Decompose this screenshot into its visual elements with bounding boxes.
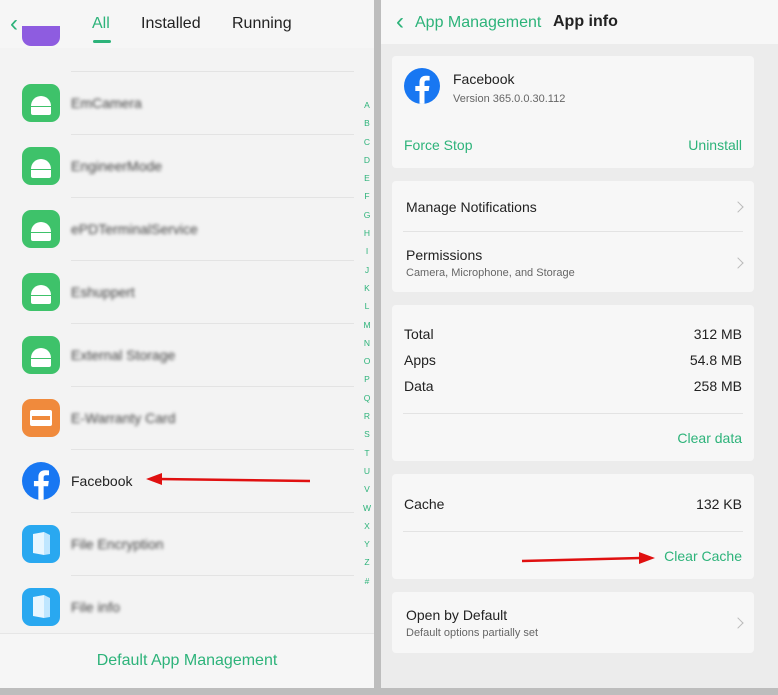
- app-name: Facebook: [453, 71, 515, 87]
- app-label: EngineerMode: [71, 158, 163, 174]
- alphabet-index-letter[interactable]: B: [362, 114, 372, 132]
- clear-data-button[interactable]: Clear data: [677, 430, 742, 446]
- row-divider: [403, 531, 743, 532]
- alphabet-index-letter[interactable]: F: [362, 187, 372, 205]
- chevron-right-icon: [732, 617, 744, 629]
- open-by-default-summary: Default options partially set: [406, 627, 539, 639]
- file-icon: [22, 588, 60, 626]
- storage-value: 258 MB: [693, 378, 742, 394]
- manage-notifications-row[interactable]: Manage Notifications: [392, 181, 754, 231]
- alphabet-index-letter[interactable]: U: [362, 462, 372, 480]
- open-by-default-label: Open by Default: [406, 607, 508, 623]
- app-label: External Storage: [71, 347, 176, 363]
- android-icon: [22, 84, 60, 122]
- card-icon: [22, 399, 60, 437]
- alphabet-index-letter[interactable]: Y: [362, 535, 372, 553]
- alphabet-index-letter[interactable]: R: [362, 407, 372, 425]
- red-arrow-annotation: [146, 473, 311, 485]
- chevron-right-icon: [732, 201, 744, 213]
- cache-value: 132 KB: [696, 496, 742, 512]
- storage-card: Total 312 MB Apps 54.8 MB Data 258 MB Clear d…: [392, 305, 754, 461]
- alphabet-index-letter[interactable]: V: [362, 480, 372, 498]
- app-label: File Encryption: [71, 536, 164, 552]
- permissions-row[interactable]: Permissions Camera, Microphone, and Stor…: [392, 232, 754, 292]
- alphabet-index-letter[interactable]: C: [362, 133, 372, 151]
- alphabet-index-letter[interactable]: A: [362, 96, 372, 114]
- alphabet-index-letter[interactable]: I: [362, 242, 372, 260]
- alphabet-index-letter[interactable]: T: [362, 444, 372, 462]
- open-by-default-row[interactable]: Open by Default Default options partiall…: [392, 592, 754, 653]
- settings-card: Manage Notifications Permissions Camera,…: [392, 181, 754, 292]
- app-label: Eshuppert: [71, 284, 135, 300]
- list-item[interactable]: Eshuppert: [0, 261, 355, 324]
- alphabet-index-letter[interactable]: H: [362, 224, 372, 242]
- manage-notifications-label: Manage Notifications: [406, 199, 537, 215]
- android-icon: [22, 210, 60, 248]
- app-label: EmCamera: [71, 95, 142, 111]
- page-title: App info: [553, 13, 618, 30]
- alphabet-index-letter[interactable]: P: [362, 370, 372, 388]
- alphabet-index-letter[interactable]: D: [362, 151, 372, 169]
- alphabet-index-letter[interactable]: X: [362, 517, 372, 535]
- cache-label: Cache: [404, 496, 445, 512]
- row-divider: [403, 413, 743, 414]
- app-label: E-Warranty Card: [71, 410, 176, 426]
- list-item[interactable]: External Storage: [0, 324, 355, 387]
- storage-label: Data: [404, 378, 434, 394]
- app-label: ePDTerminalService: [71, 221, 198, 237]
- alphabet-index-letter[interactable]: E: [362, 169, 372, 187]
- list-item[interactable]: ePDTerminalService: [0, 198, 355, 261]
- app-version: Version 365.0.0.30.112: [453, 93, 566, 105]
- red-arrow-annotation: [521, 552, 655, 564]
- alphabet-index-letter[interactable]: J: [362, 261, 372, 279]
- alphabet-index[interactable]: A B C D E F G H I J K L M N O P Q R S T U V W X Y Z #: [362, 96, 372, 590]
- storage-value: 312 MB: [693, 326, 742, 342]
- default-app-management-bar: Default App Management: [0, 633, 374, 688]
- app-list-panel: ‹ All Installed Running EmCamera Engineer…: [0, 0, 374, 688]
- app-icon: [22, 26, 60, 46]
- default-app-management-button[interactable]: Default App Management: [0, 652, 374, 670]
- alphabet-index-letter[interactable]: W: [362, 499, 372, 517]
- app-label: Facebook: [71, 473, 133, 489]
- list-item[interactable]: File info: [0, 576, 355, 639]
- android-icon: [22, 336, 60, 374]
- list-item[interactable]: EmCamera: [0, 72, 355, 135]
- list-item[interactable]: File Encryption: [0, 513, 355, 576]
- alphabet-index-letter[interactable]: Z: [362, 553, 372, 571]
- alphabet-index-letter[interactable]: G: [362, 206, 372, 224]
- storage-label: Apps: [404, 352, 436, 368]
- app-summary-card: Facebook Version 365.0.0.30.112 Force St…: [392, 56, 754, 168]
- facebook-icon: [404, 68, 440, 104]
- list-item[interactable]: EngineerMode: [0, 135, 355, 198]
- app-info-header: ‹ App Management App info: [381, 0, 778, 44]
- app-info-panel: ‹ App Management App info Facebook Versi…: [381, 0, 778, 688]
- alphabet-index-letter[interactable]: K: [362, 279, 372, 297]
- force-stop-button[interactable]: Force Stop: [404, 137, 472, 153]
- facebook-icon: [22, 462, 60, 500]
- list-item[interactable]: E-Warranty Card: [0, 387, 355, 450]
- file-icon: [22, 525, 60, 563]
- back-label[interactable]: App Management: [415, 14, 541, 32]
- back-chevron-icon[interactable]: ‹: [396, 10, 404, 34]
- android-icon: [22, 273, 60, 311]
- alphabet-index-letter[interactable]: O: [362, 352, 372, 370]
- alphabet-index-letter[interactable]: Q: [362, 389, 372, 407]
- permissions-summary: Camera, Microphone, and Storage: [406, 267, 575, 279]
- permissions-label: Permissions: [406, 247, 483, 263]
- alphabet-index-letter[interactable]: S: [362, 425, 372, 443]
- app-label: File info: [71, 599, 121, 615]
- alphabet-index-letter[interactable]: #: [362, 572, 372, 590]
- android-icon: [22, 147, 60, 185]
- alphabet-index-letter[interactable]: L: [362, 297, 372, 315]
- alphabet-index-letter[interactable]: N: [362, 334, 372, 352]
- clear-cache-button[interactable]: Clear Cache: [664, 548, 742, 564]
- list-item[interactable]: [0, 26, 355, 46]
- alphabet-index-letter[interactable]: M: [362, 316, 372, 334]
- storage-label: Total: [404, 326, 434, 342]
- storage-value: 54.8 MB: [689, 352, 742, 368]
- uninstall-button[interactable]: Uninstall: [688, 137, 742, 153]
- chevron-right-icon: [732, 257, 744, 269]
